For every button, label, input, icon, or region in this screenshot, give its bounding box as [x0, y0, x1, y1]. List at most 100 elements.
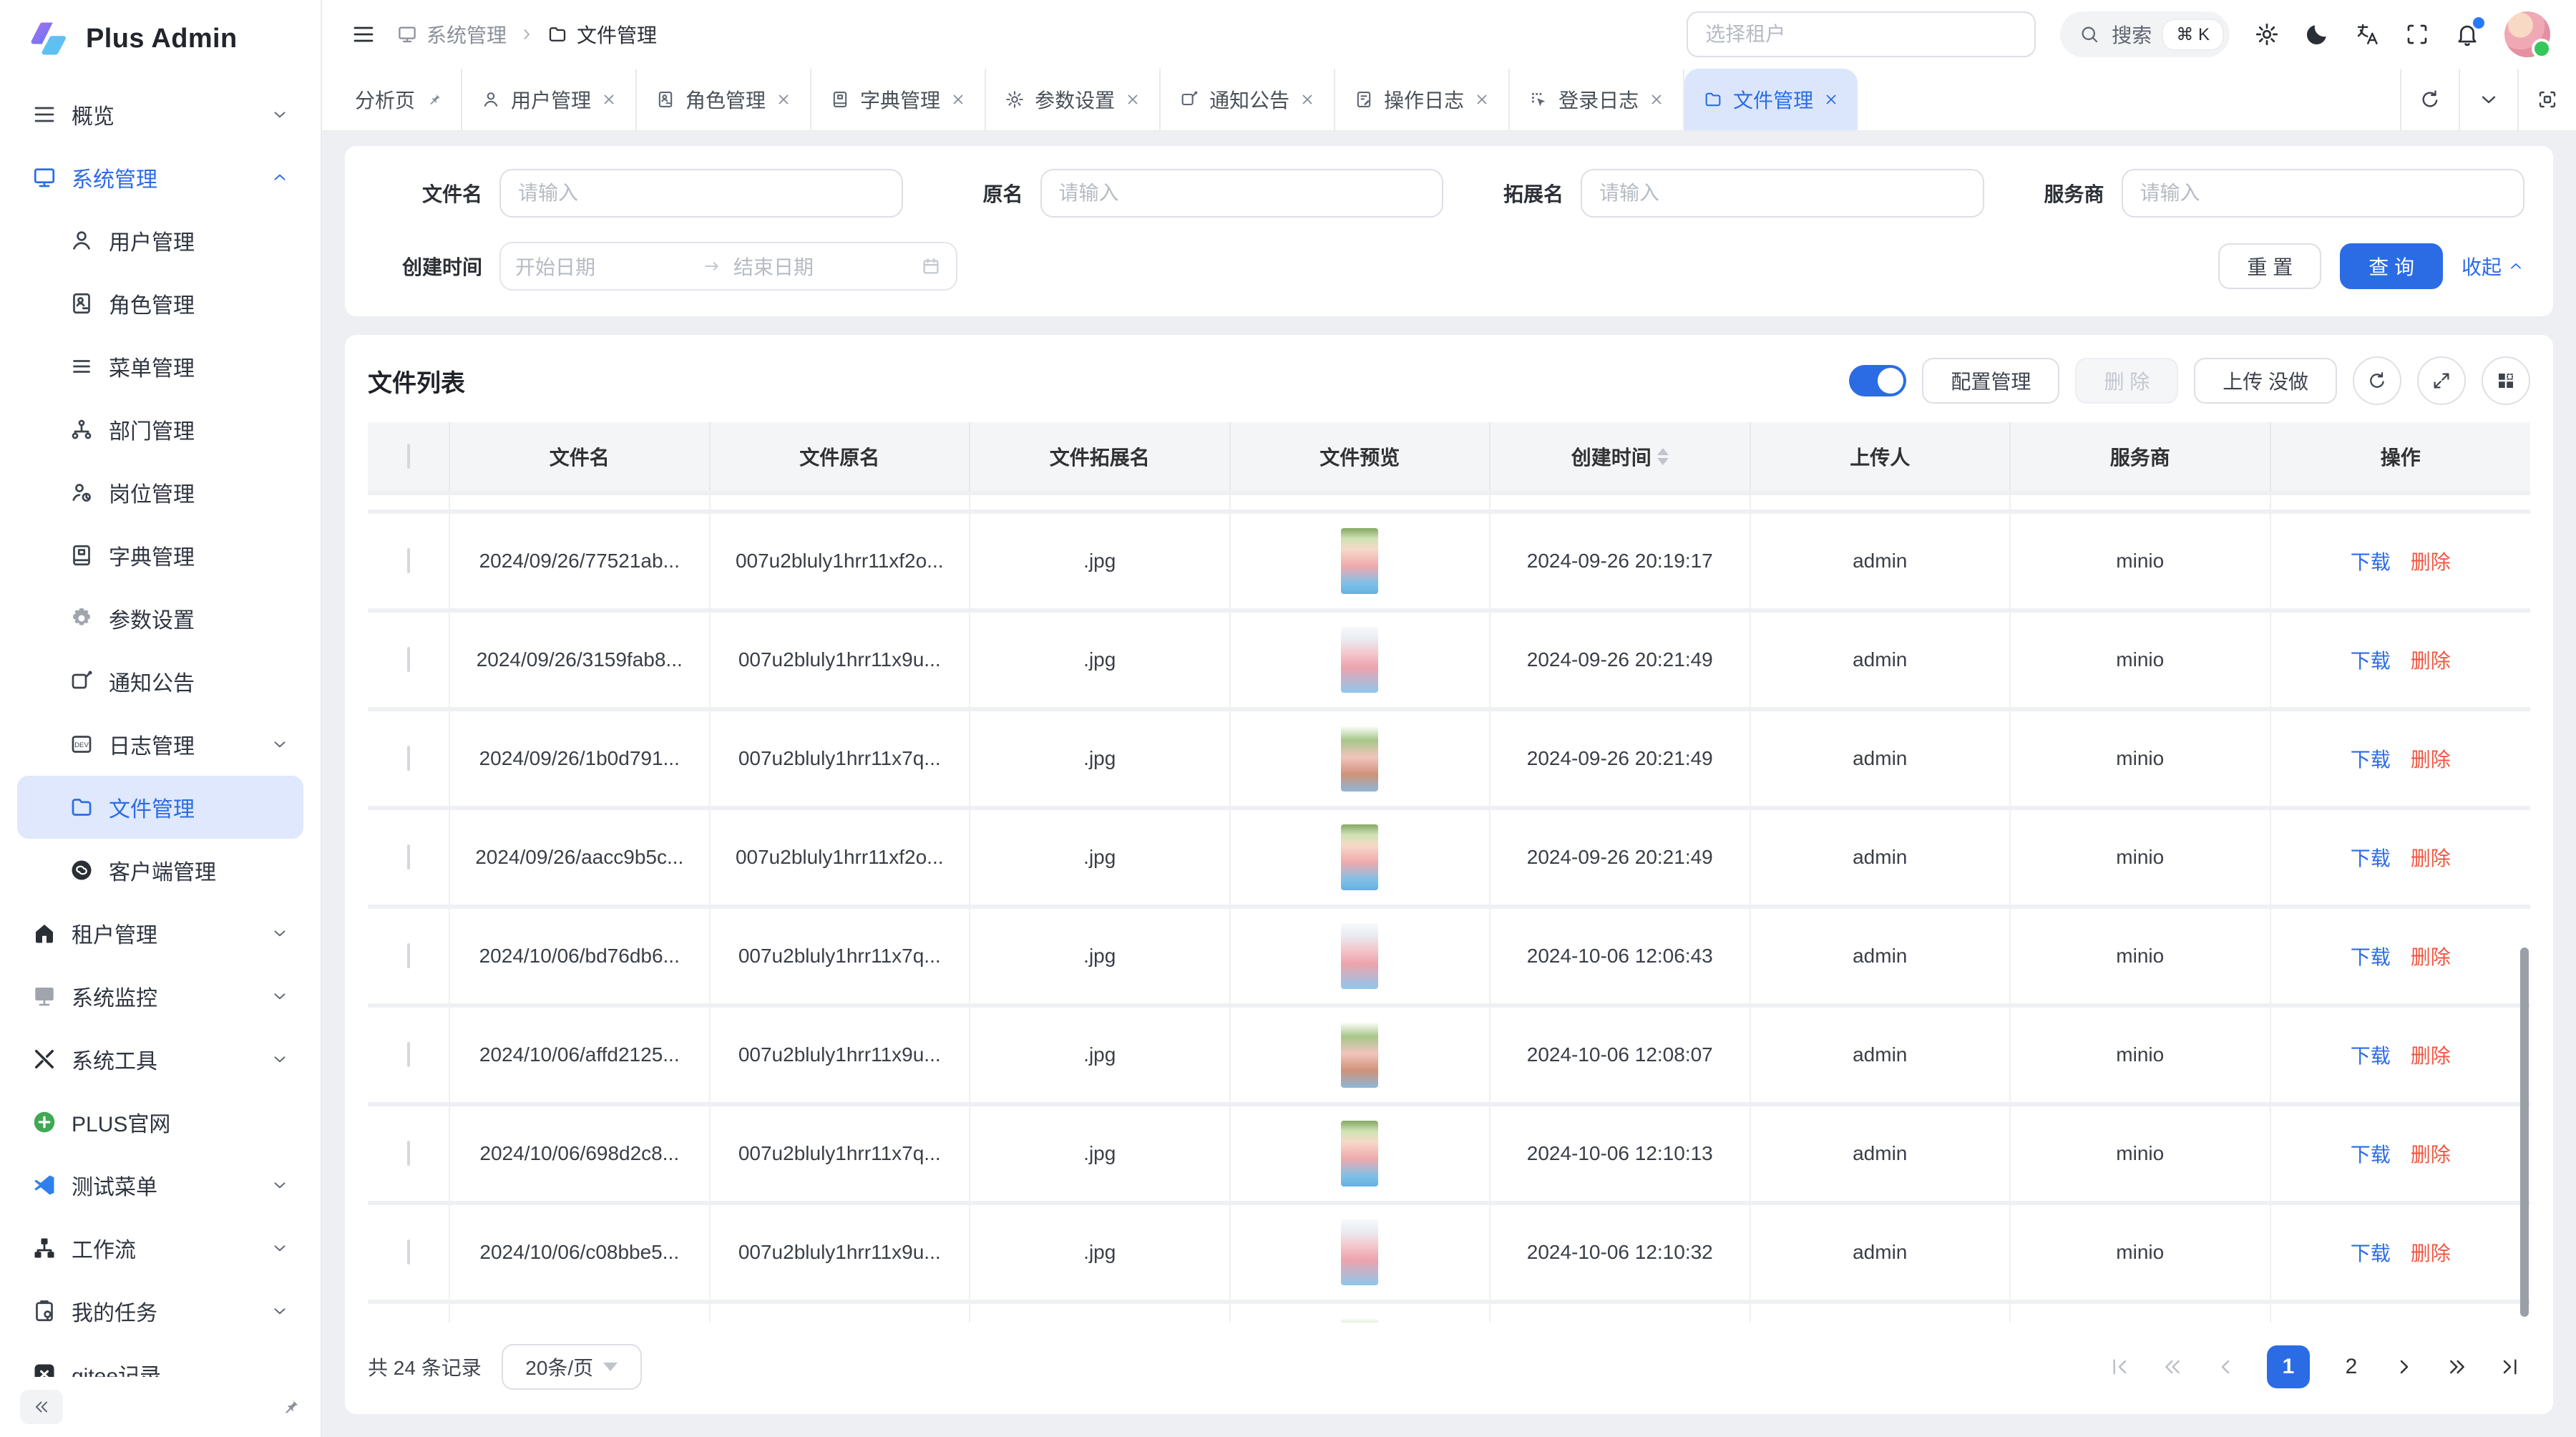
tab-通知公告[interactable]: 通知公告: [1161, 69, 1335, 130]
file-preview-thumbnail[interactable]: [1341, 1022, 1378, 1088]
tab-字典管理[interactable]: 字典管理: [811, 69, 986, 130]
file-preview-thumbnail[interactable]: [1341, 627, 1378, 693]
user-avatar[interactable]: [2504, 11, 2550, 57]
download-link[interactable]: 下载: [2351, 749, 2391, 771]
sidebar-item-通知公告[interactable]: 通知公告: [17, 650, 303, 713]
tab-角色管理[interactable]: 角色管理: [637, 69, 811, 130]
sidebar-item-角色管理[interactable]: 角色管理: [17, 272, 303, 335]
first-page-button[interactable]: [2108, 1355, 2131, 1378]
reset-button[interactable]: 重 置: [2218, 243, 2321, 289]
tab-文件管理[interactable]: 文件管理: [1684, 69, 1858, 130]
select-all-checkbox[interactable]: [407, 444, 410, 469]
notifications-icon[interactable]: [2454, 21, 2480, 47]
file-preview-thumbnail[interactable]: [1341, 1219, 1378, 1285]
filter-input-拓展名[interactable]: [1581, 169, 1984, 218]
delete-button[interactable]: 删 除: [2075, 358, 2178, 404]
column-header-文件预览[interactable]: 文件预览: [1230, 422, 1491, 493]
filter-input-原名[interactable]: [1040, 169, 1444, 218]
file-preview-thumbnail[interactable]: [1341, 824, 1378, 890]
row-checkbox[interactable]: [407, 1141, 410, 1166]
download-link[interactable]: 下载: [2351, 1045, 2391, 1067]
close-icon[interactable]: [601, 92, 617, 107]
row-checkbox[interactable]: [407, 943, 410, 968]
remove-link[interactable]: 删除: [2411, 1045, 2451, 1067]
download-link[interactable]: 下载: [2351, 847, 2391, 869]
close-icon[interactable]: [1299, 92, 1315, 107]
tabs-refresh-button[interactable]: [2400, 69, 2459, 130]
download-link[interactable]: 下载: [2351, 650, 2391, 672]
global-search[interactable]: 搜索 ⌘ K: [2060, 11, 2230, 57]
sidebar-item-工作流[interactable]: 工作流: [17, 1217, 303, 1280]
close-icon[interactable]: [950, 92, 966, 107]
sidebar-item-系统监控[interactable]: 系统监控: [17, 965, 303, 1028]
filter-input-服务商[interactable]: [2122, 169, 2525, 218]
sidebar-item-概览[interactable]: 概览: [17, 83, 303, 146]
tab-登录日志[interactable]: 登录日志: [1510, 69, 1684, 130]
table-refresh-button[interactable]: [2353, 356, 2401, 405]
fullscreen-icon[interactable]: [2404, 21, 2430, 47]
column-settings-button[interactable]: [2482, 356, 2530, 405]
column-header-文件拓展名[interactable]: 文件拓展名: [970, 422, 1230, 493]
remove-link[interactable]: 删除: [2411, 551, 2451, 573]
sidebar-item-租户管理[interactable]: 租户管理: [17, 902, 303, 965]
column-header-创建时间[interactable]: 创建时间: [1490, 422, 1750, 493]
query-button[interactable]: 查 询: [2340, 243, 2443, 289]
remove-link[interactable]: 删除: [2411, 847, 2451, 869]
sidebar-item-系统管理[interactable]: 系统管理: [17, 146, 303, 209]
sidebar-item-岗位管理[interactable]: 岗位管理: [17, 461, 303, 524]
close-icon[interactable]: [1125, 92, 1141, 107]
filter-input-文件名[interactable]: [499, 169, 903, 218]
close-icon[interactable]: [1474, 92, 1490, 107]
sidebar-item-文件管理[interactable]: 文件管理: [17, 776, 303, 839]
download-link[interactable]: 下载: [2351, 551, 2391, 573]
row-checkbox[interactable]: [407, 548, 410, 573]
sidebar-item-测试菜单[interactable]: 测试菜单: [17, 1154, 303, 1217]
page-number-1[interactable]: 1: [2267, 1345, 2310, 1388]
collapse-filter-link[interactable]: 收起: [2462, 252, 2524, 281]
table-scrollbar[interactable]: [2520, 948, 2529, 1317]
remove-link[interactable]: 删除: [2411, 749, 2451, 771]
tab-参数设置[interactable]: 参数设置: [986, 69, 1161, 130]
jump-forward-button[interactable]: [2446, 1355, 2469, 1378]
table-fullscreen-button[interactable]: [2417, 356, 2466, 405]
last-page-button[interactable]: [2499, 1355, 2522, 1378]
column-header-文件原名[interactable]: 文件原名: [710, 422, 970, 493]
download-link[interactable]: 下载: [2351, 1242, 2391, 1265]
page-size-select[interactable]: 20条/页: [502, 1344, 642, 1390]
sidebar-item-PLUS官网[interactable]: PLUS官网: [17, 1091, 303, 1154]
settings-icon[interactable]: [2254, 21, 2280, 47]
tenant-select[interactable]: [1687, 11, 2036, 57]
language-icon[interactable]: [2354, 21, 2380, 47]
tabs-fullscreen-button[interactable]: [2517, 69, 2576, 130]
page-number-2[interactable]: 2: [2340, 1355, 2363, 1379]
remove-link[interactable]: 删除: [2411, 1144, 2451, 1166]
column-header-上传人[interactable]: 上传人: [1750, 422, 2011, 493]
prev-page-button[interactable]: [2214, 1355, 2237, 1378]
column-header-服务商[interactable]: 服务商: [2010, 422, 2270, 493]
remove-link[interactable]: 删除: [2411, 650, 2451, 672]
sidebar-item-部门管理[interactable]: 部门管理: [17, 398, 303, 461]
config-manage-button[interactable]: 配置管理: [1922, 358, 2059, 404]
upload-button[interactable]: 上传 没做: [2194, 358, 2337, 404]
close-icon[interactable]: [1649, 92, 1664, 107]
search-toggle-switch[interactable]: [1849, 365, 1906, 396]
row-checkbox[interactable]: [407, 844, 410, 869]
file-preview-thumbnail[interactable]: [1341, 726, 1378, 791]
breadcrumb-item-system[interactable]: 系统管理: [396, 20, 507, 49]
breadcrumb-item-files[interactable]: 文件管理: [547, 20, 657, 49]
sidebar-item-字典管理[interactable]: 字典管理: [17, 524, 303, 587]
column-header-操作[interactable]: 操作: [2270, 422, 2531, 493]
column-header-文件名[interactable]: 文件名: [449, 422, 710, 493]
sidebar-collapse-button[interactable]: [20, 1390, 63, 1424]
tab-用户管理[interactable]: 用户管理: [462, 69, 637, 130]
next-page-button[interactable]: [2393, 1355, 2416, 1378]
sidebar-pin-icon[interactable]: [279, 1396, 301, 1418]
sidebar-item-我的任务[interactable]: 我的任务: [17, 1280, 303, 1343]
file-preview-thumbnail[interactable]: [1341, 1318, 1378, 1322]
tab-分析页[interactable]: 分析页: [336, 69, 462, 130]
row-checkbox[interactable]: [407, 746, 410, 771]
close-icon[interactable]: [776, 92, 791, 107]
sidebar-item-参数设置[interactable]: 参数设置: [17, 587, 303, 650]
sidebar-item-日志管理[interactable]: DEV日志管理: [17, 713, 303, 776]
theme-toggle-icon[interactable]: [2304, 21, 2330, 47]
